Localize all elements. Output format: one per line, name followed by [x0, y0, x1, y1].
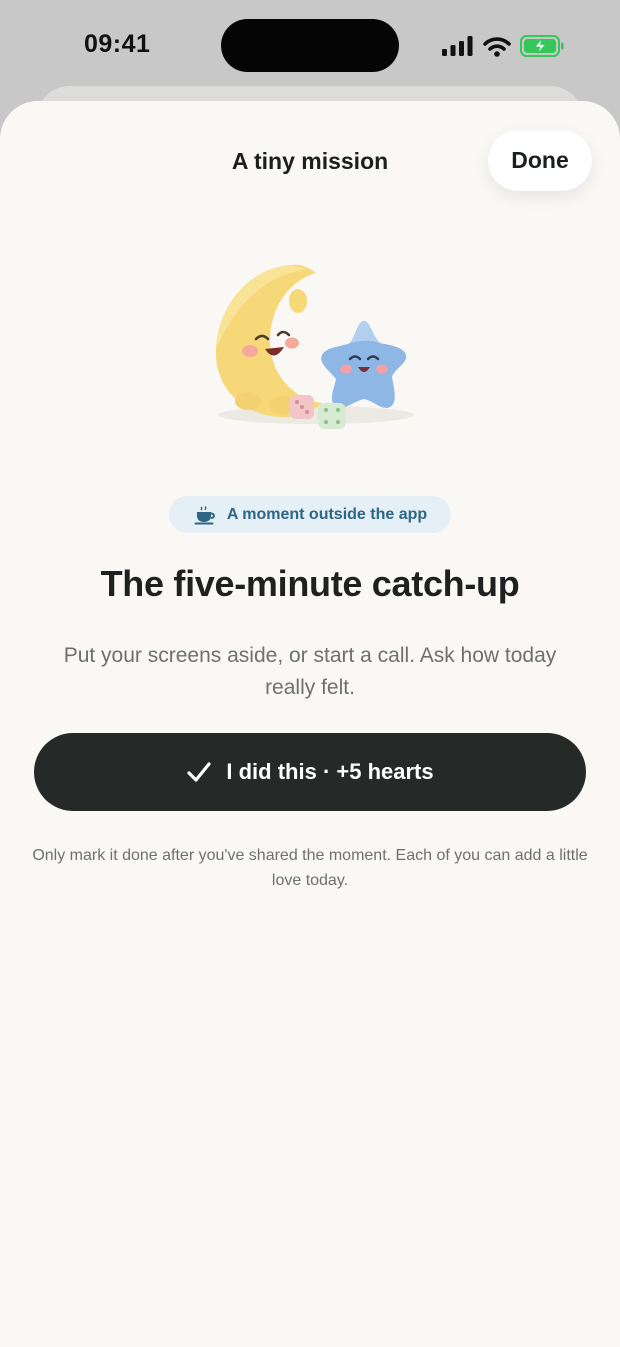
context-tag: A moment outside the app [169, 496, 451, 533]
moon-and-star-illustration [215, 264, 414, 429]
battery-charging-icon [520, 35, 564, 57]
footnote: Only mark it done after you've shared th… [32, 847, 588, 889]
mission-sheet: A tiny mission Done A moment outside the… [0, 101, 620, 1347]
tag-label: A moment outside the app [226, 505, 428, 523]
status-bar: 09:41 [0, 0, 620, 92]
wifi-icon [483, 36, 511, 57]
status-icons [442, 34, 564, 58]
mission-headline: The five-minute catch-up [100, 563, 520, 604]
done-button[interactable]: Done [488, 130, 592, 191]
mark-done-button[interactable]: I did this · +5 hearts [34, 733, 586, 811]
status-time: 09:41 [84, 30, 151, 58]
mark-done-label: I did this · +5 hearts [226, 759, 434, 784]
dynamic-island [221, 19, 399, 72]
checkmark-icon [187, 762, 211, 782]
cellular-signal-icon [442, 36, 473, 56]
tea-cup-icon [194, 505, 215, 524]
mission-description: Put your screens aside, or start a call.… [63, 644, 557, 699]
